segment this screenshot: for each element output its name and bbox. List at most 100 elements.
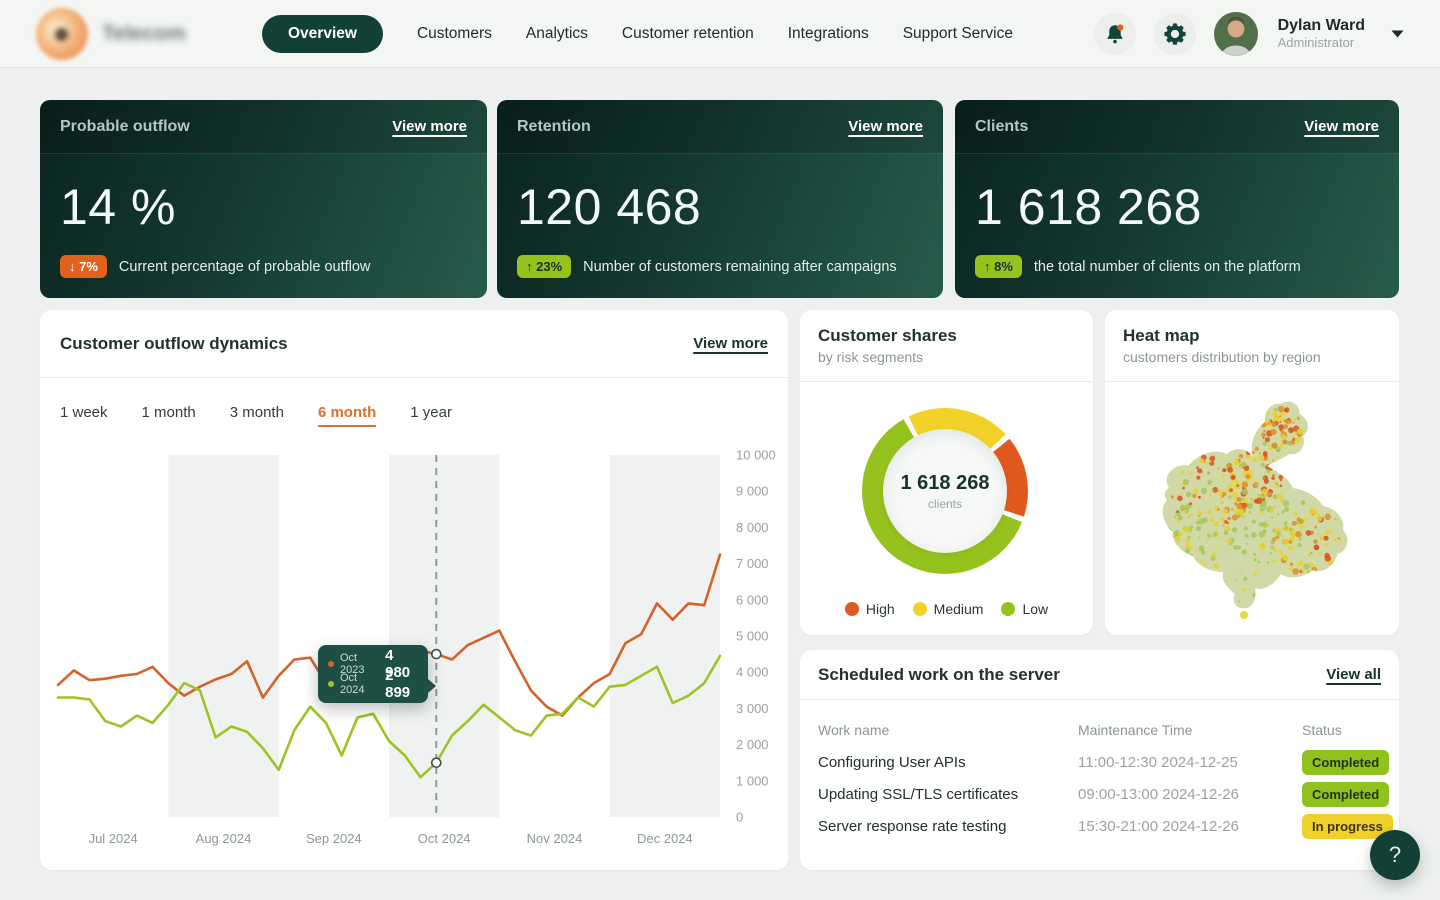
scheduled-work-card: Scheduled work on the server View all Wo…: [800, 650, 1399, 870]
user-name: Dylan Ward: [1278, 16, 1365, 35]
table-row: Updating SSL/TLS certificates 09:00-13:0…: [818, 778, 1381, 810]
brand-logo-icon: [36, 8, 88, 60]
status-badge: Completed: [1302, 750, 1389, 775]
stat-caption: the total number of clients on the platf…: [1034, 259, 1301, 275]
svg-text:Dec 2024: Dec 2024: [637, 831, 693, 846]
stat-title: Probable outflow: [60, 118, 190, 136]
low-dot-icon: [1001, 602, 1015, 616]
stat-value: 1 618 268: [975, 178, 1202, 236]
chevron-down-icon[interactable]: [1391, 30, 1404, 38]
svg-text:7 000: 7 000: [736, 556, 769, 571]
medium-dot-icon: [913, 602, 927, 616]
heat-map-subtitle: customers distribution by region: [1123, 349, 1321, 365]
svg-text:6 000: 6 000: [736, 592, 769, 607]
col-maintenance-time: Maintenance Time: [1078, 722, 1302, 738]
tab-1-year[interactable]: 1 year: [410, 404, 452, 427]
status-badge: Completed: [1302, 782, 1389, 807]
notifications-button[interactable]: [1094, 13, 1136, 55]
view-all-link[interactable]: View all: [1326, 666, 1381, 683]
tab-1-week[interactable]: 1 week: [60, 404, 108, 427]
avatar[interactable]: [1214, 12, 1258, 56]
svg-text:0: 0: [736, 810, 743, 825]
customer-shares-card: Customer shares by risk segments 1 618 2…: [800, 310, 1093, 635]
nav-item-customer-retention[interactable]: Customer retention: [622, 25, 754, 43]
col-work-name: Work name: [818, 722, 1078, 738]
svg-text:4 000: 4 000: [736, 665, 769, 680]
heat-map-title: Heat map: [1123, 326, 1200, 346]
stat-caption: Number of customers remaining after camp…: [583, 259, 897, 275]
table-row: Server response rate testing 15:30-21:00…: [818, 810, 1381, 842]
stat-title: Clients: [975, 118, 1028, 136]
svg-text:8 000: 8 000: [736, 520, 769, 535]
tab-1-month[interactable]: 1 month: [142, 404, 196, 427]
shares-subtitle: by risk segments: [818, 349, 923, 365]
svg-text:1 000: 1 000: [736, 773, 769, 788]
tooltip-value: 2 899: [385, 667, 418, 701]
risk-legend: High Medium Low: [800, 601, 1093, 617]
trend-badge: ↓ 7%: [60, 255, 107, 278]
svg-text:3 000: 3 000: [736, 701, 769, 716]
scheduled-title: Scheduled work on the server: [818, 665, 1060, 685]
svg-text:Oct 2024: Oct 2024: [418, 831, 471, 846]
main-nav: Overview Customers Analytics Customer re…: [262, 15, 1013, 53]
tab-3-month[interactable]: 3 month: [230, 404, 284, 427]
view-more-link[interactable]: View more: [392, 118, 467, 135]
user-menu[interactable]: Dylan Ward Administrator: [1278, 16, 1365, 51]
stat-title: Retention: [517, 118, 591, 136]
scheduled-table: Work name Maintenance Time Status Config…: [800, 700, 1399, 842]
stat-card-retention: Retention View more 120 468 ↑ 23% Number…: [497, 100, 943, 298]
brand-logo: Telecom: [36, 8, 262, 60]
help-button[interactable]: ?: [1370, 830, 1420, 880]
settings-button[interactable]: [1154, 13, 1196, 55]
table-row: Configuring User APIs 11:00-12:30 2024-1…: [818, 746, 1381, 778]
svg-text:10 000: 10 000: [736, 448, 776, 463]
high-dot-icon: [845, 602, 859, 616]
stat-card-clients: Clients View more 1 618 268 ↑ 8% the tot…: [955, 100, 1399, 298]
clients-caption: clients: [928, 497, 962, 511]
table-header-row: Work name Maintenance Time Status: [818, 714, 1381, 746]
legend-item-low: Low: [1001, 601, 1048, 617]
col-status: Status: [1302, 722, 1381, 738]
nav-item-overview[interactable]: Overview: [262, 15, 383, 53]
svg-text:5 000: 5 000: [736, 629, 769, 644]
brand-name: Telecom: [102, 22, 186, 46]
top-navigation-bar: Telecom Overview Customers Analytics Cus…: [0, 0, 1440, 68]
series-dot-2024: [328, 681, 334, 687]
nav-item-analytics[interactable]: Analytics: [526, 25, 588, 43]
svg-text:Jul 2024: Jul 2024: [89, 831, 138, 846]
stat-card-probable-outflow: Probable outflow View more 14 % ↓ 7% Cur…: [40, 100, 487, 298]
range-tabs: 1 week 1 month 3 month 6 month 1 year: [40, 378, 788, 427]
view-more-link[interactable]: View more: [1304, 118, 1379, 135]
gear-icon: [1163, 22, 1187, 46]
nav-item-customers[interactable]: Customers: [417, 25, 492, 43]
chart-title: Customer outflow dynamics: [60, 334, 288, 354]
stat-value: 14 %: [60, 178, 176, 236]
chart-tooltip: Oct 2023 4 980 Oct 2024 2 899: [318, 645, 428, 703]
nav-item-integrations[interactable]: Integrations: [788, 25, 869, 43]
series-dot-2023: [328, 661, 334, 667]
heat-map-card: Heat map customers distribution by regio…: [1105, 310, 1399, 635]
svg-text:Sep 2024: Sep 2024: [306, 831, 362, 846]
tooltip-label: Oct 2024: [340, 672, 379, 696]
risk-donut-chart[interactable]: 1 618 268 clients: [862, 408, 1028, 574]
trend-badge: ↑ 23%: [517, 255, 571, 278]
outflow-dynamics-card: Customer outflow dynamics View more 1 we…: [40, 310, 788, 870]
bell-icon: [1103, 22, 1127, 46]
svg-text:Aug 2024: Aug 2024: [196, 831, 252, 846]
question-mark-icon: ?: [1389, 842, 1401, 868]
shares-title: Customer shares: [818, 326, 957, 346]
legend-item-medium: Medium: [913, 601, 984, 617]
donut-center: 1 618 268 clients: [883, 429, 1007, 553]
stat-caption: Current percentage of probable outflow: [119, 259, 371, 275]
clients-total: 1 618 268: [901, 472, 990, 495]
svg-text:9 000: 9 000: [736, 484, 769, 499]
svg-text:2 000: 2 000: [736, 737, 769, 752]
tab-6-month[interactable]: 6 month: [318, 404, 376, 427]
nav-item-support-service[interactable]: Support Service: [903, 25, 1013, 43]
stat-value: 120 468: [517, 178, 701, 236]
view-more-link[interactable]: View more: [693, 335, 768, 352]
legend-item-high: High: [845, 601, 895, 617]
user-role: Administrator: [1278, 35, 1365, 51]
view-more-link[interactable]: View more: [848, 118, 923, 135]
region-heat-map[interactable]: [1131, 396, 1373, 626]
